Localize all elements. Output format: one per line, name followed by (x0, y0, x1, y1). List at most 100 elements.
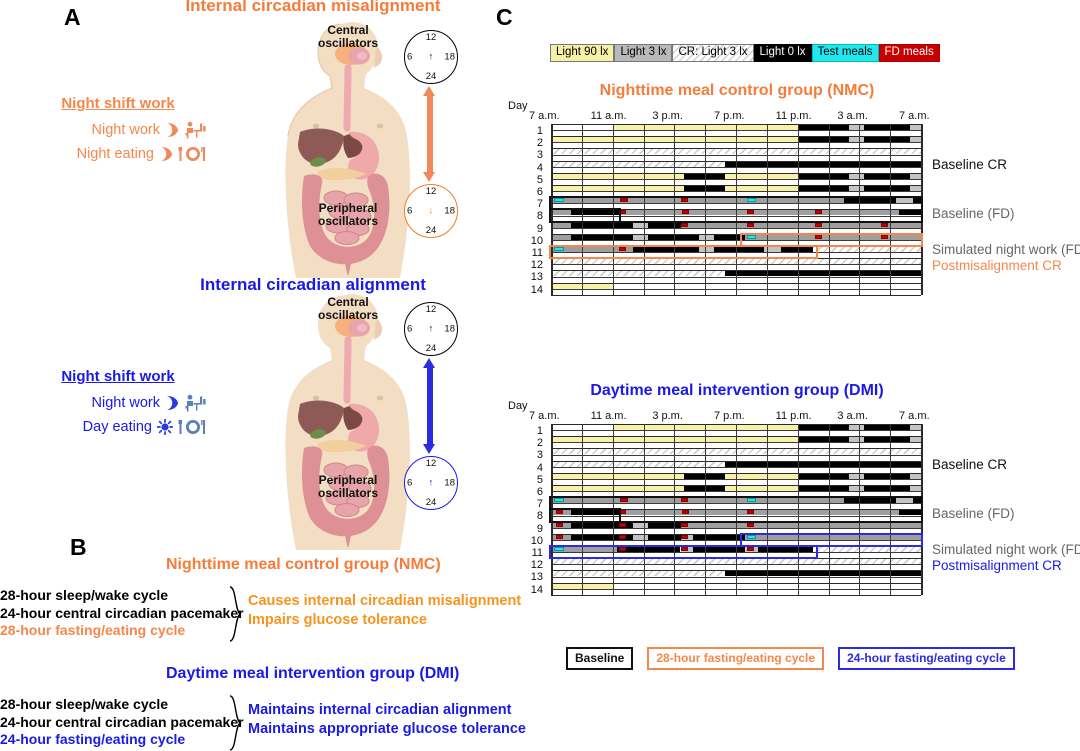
bottom-legend-24h-cycle: 24-hour fasting/eating cycle (838, 647, 1015, 670)
day-number-label: 12 (530, 559, 543, 572)
clock-hand-up-icon: ↑ (428, 51, 434, 63)
fd-meal-marker (746, 210, 755, 215)
panelb-group1-brace (228, 586, 242, 642)
raster-row-separator (551, 594, 921, 596)
day-number-label: 6 (536, 186, 543, 198)
condition-line: 24-hour fasting/eating cycle (0, 731, 186, 747)
raster-annotation-label: Baseline CR (932, 156, 1008, 172)
day-number-label: 9 (536, 522, 543, 535)
day-number-label: 5 (536, 173, 543, 186)
raster-hour-gridline (705, 124, 707, 295)
raster-axis-line (551, 424, 553, 595)
legend-light0-swatch: Light 0 lx (753, 44, 812, 62)
day-eating-label-bottom: Day eating (82, 419, 152, 435)
legend-light3-swatch: Light 3 lx (614, 44, 673, 62)
fd-meal-marker (746, 222, 755, 227)
raster-annotation-label: Simulated night work (FD) (932, 542, 1080, 558)
raster-annotation-label: Baseline CR (932, 456, 1008, 472)
condition-line: 24-hour central circadian pacemaker (0, 604, 244, 621)
fd-meal-marker (682, 510, 690, 515)
clock-peripheral-bottom: 12 18 24 6 ↑ (404, 456, 458, 510)
day-number-label: 11 (531, 247, 543, 259)
fd-meal-marker (746, 510, 755, 515)
moon-icon (161, 147, 172, 161)
clock-hand-down-icon: ↓ (428, 205, 434, 217)
night-work-row-bottom: Night work (28, 394, 208, 412)
moon-icon (167, 396, 178, 410)
fd-meal-marker (555, 522, 564, 527)
time-tick-label: 11 p.m. (775, 110, 812, 122)
time-tick-label: 7 p.m. (714, 110, 745, 122)
central-oscillators-label-bottom: Central oscillators (317, 295, 379, 322)
night-work-label-top: Night work (91, 122, 161, 138)
raster-hour-gridline (797, 124, 799, 295)
central-oscillators-label-top: Central oscillators (317, 23, 379, 50)
peripheral-oscillators-label-bottom: Peripheral oscillators (317, 473, 379, 500)
raster-axis-line (551, 124, 553, 295)
fd-meal-marker (814, 222, 823, 227)
raster-hour-gridline (705, 424, 707, 595)
nmc-shift-block: Night shift work Night work Night eating (28, 95, 208, 163)
raster-hour-gridline (612, 124, 614, 295)
condition-line: 28-hour sleep/wake cycle (0, 696, 169, 712)
test-meal-marker (746, 498, 757, 503)
night-eating-row-top: Night eating (28, 145, 208, 163)
day-number-label: 8 (536, 510, 543, 523)
raster-hour-gridline (581, 424, 583, 595)
legend-light90-swatch: Light 90 lx (550, 44, 615, 62)
raster-row-separator (551, 294, 921, 296)
clock-central-top: 12 18 24 6 ↑ (404, 30, 458, 84)
fd-meal-marker (618, 534, 627, 539)
dmi-plot-title: Daytime meal intervention group (DMI) (590, 382, 884, 399)
day-number-label: 11 (531, 547, 543, 559)
outcome-line: Maintains internal circadian alignment (248, 702, 512, 718)
fd-meal-marker (618, 510, 627, 515)
time-tick-label: 3 p.m. (652, 110, 683, 122)
day-axis-caption: Day (508, 400, 528, 412)
condition-line: 28-hour sleep/wake cycle (0, 587, 169, 603)
raster-axis-line (921, 424, 923, 595)
day-number-label: 1 (536, 125, 543, 137)
test-meal-marker (554, 498, 564, 503)
fd-meal-marker (814, 234, 823, 239)
raster-hour-gridline (643, 424, 645, 595)
raster-annotation-label: Baseline (FD) (932, 205, 1015, 221)
panel-c-letter: C (496, 4, 513, 30)
clock-peripheral-top: 12 18 24 6 ↓ (404, 184, 458, 238)
alignment-arrow (423, 358, 436, 454)
raster-hour-gridline (859, 424, 861, 595)
time-tick-label: 7 a.m. (529, 110, 560, 122)
raster-hour-gridline (736, 124, 737, 295)
panelb-group1-title: Nighttime meal control group (NMC) (166, 556, 441, 573)
day-number-label: 13 (530, 571, 543, 584)
legend-cr-light3-swatch: CR: Light 3 lx (672, 44, 754, 62)
panel-a-letter: A (64, 4, 81, 30)
outcome-line: Causes internal circadian misalignment (248, 593, 522, 609)
fd-meal-marker (680, 534, 688, 539)
misalignment-arrow (423, 86, 436, 182)
time-tick-label: 11 a.m. (590, 410, 627, 422)
plate-cutlery-icon (178, 147, 206, 161)
raster-hour-gridline (828, 124, 830, 295)
day-number-label: 14 (530, 283, 543, 296)
day-number-label: 14 (530, 583, 543, 596)
panelb-group1-conditions: 28-hour sleep/wake cycle 24-hour central… (0, 587, 244, 640)
night-shift-heading-top: Night shift work (61, 95, 175, 112)
fd-meal-marker (618, 247, 627, 252)
raster-hour-gridline (674, 124, 676, 295)
day-number-label: 7 (536, 498, 543, 511)
raster-hour-gridline (890, 124, 892, 295)
fd-meal-marker (680, 222, 688, 227)
raster-hour-gridline (890, 424, 892, 595)
bottom-legend-baseline: Baseline (566, 647, 634, 670)
fd-meal-marker (680, 522, 688, 527)
panel-b-letter: B (70, 534, 87, 560)
fd-meal-marker (680, 498, 688, 503)
raster-hour-gridline (828, 424, 830, 595)
day-number-label: 6 (536, 486, 543, 498)
fd-meal-marker (618, 522, 627, 527)
panelb-group2-title: Daytime meal intervention group (DMI) (166, 665, 460, 682)
fd-meal-marker (880, 222, 889, 227)
night-work-label-bottom: Night work (91, 395, 161, 411)
raster-hour-gridline (859, 124, 861, 295)
